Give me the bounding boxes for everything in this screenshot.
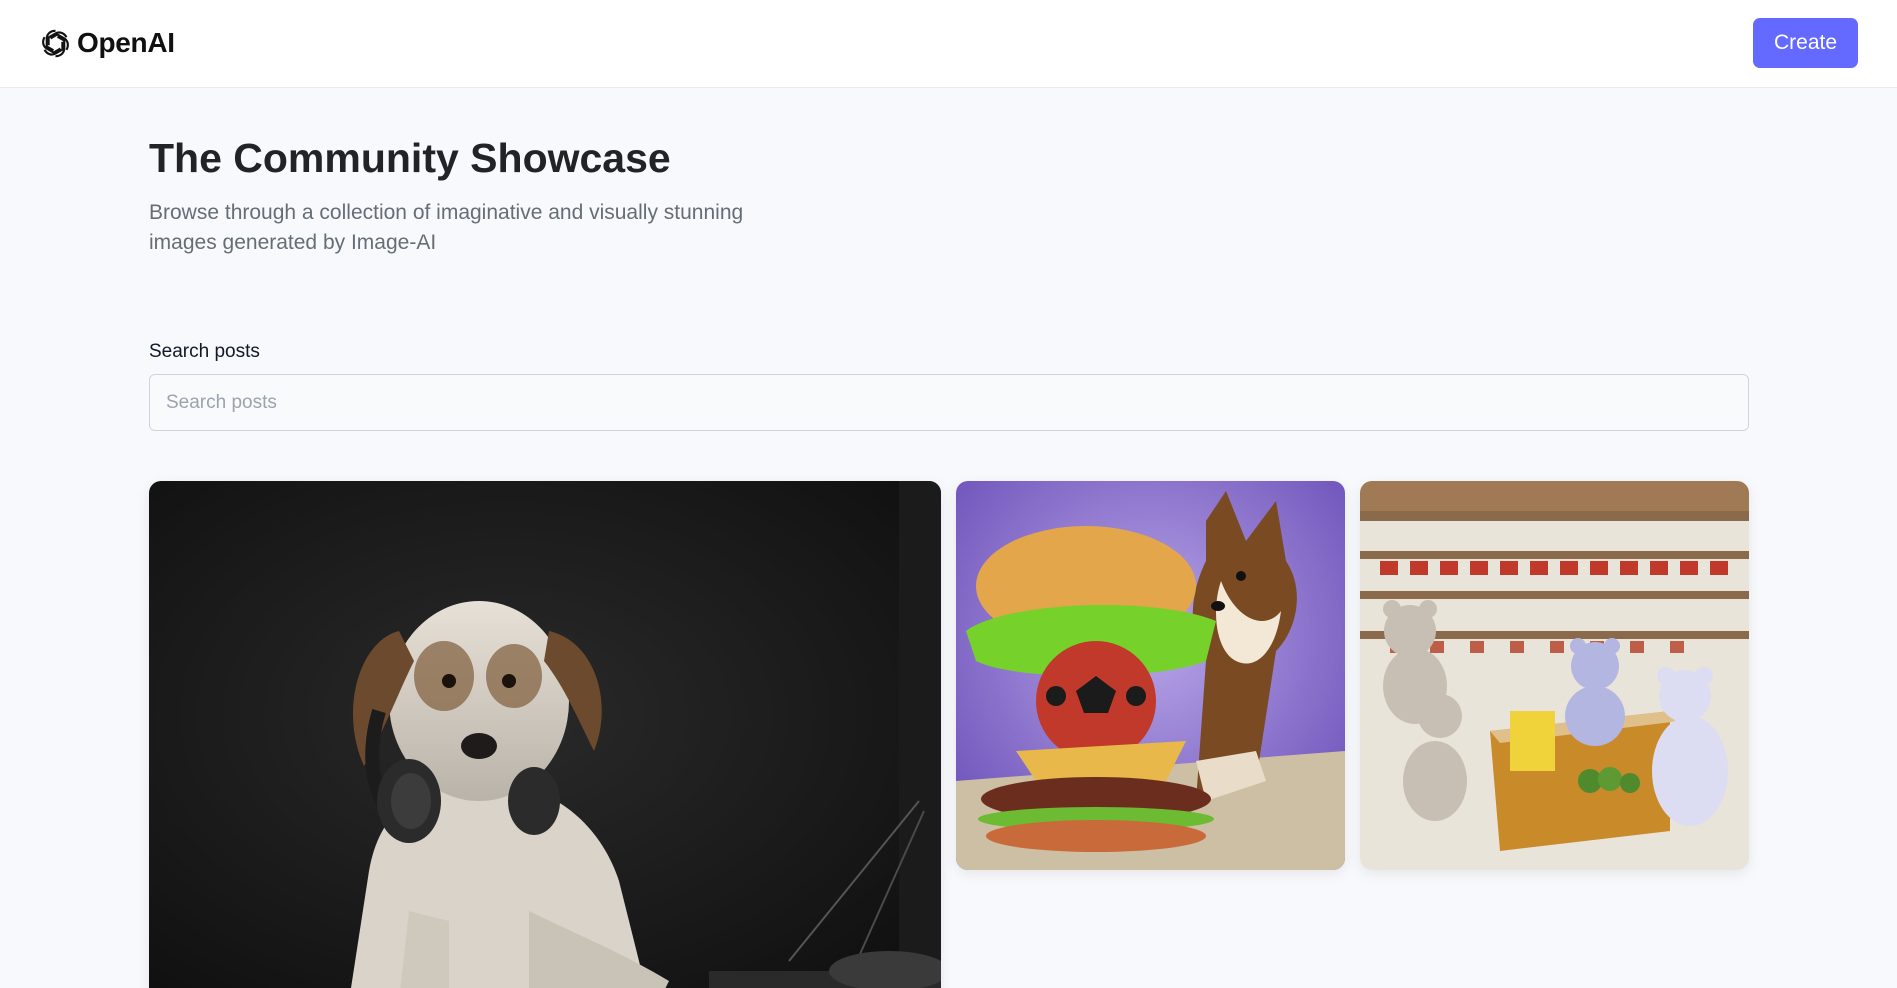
page: OpenAI Create The Community Showcase Bro… (0, 0, 1897, 988)
search-input[interactable] (149, 374, 1749, 431)
create-button[interactable]: Create (1753, 18, 1858, 68)
gallery-card[interactable] (1360, 481, 1749, 870)
shiba-inu-with-burger-image (956, 481, 1345, 870)
logo-link[interactable]: OpenAI (38, 25, 175, 61)
gallery-card[interactable] (149, 481, 941, 988)
logo-text: OpenAI (77, 27, 175, 58)
dog-with-headphones-image (149, 481, 941, 988)
page-title: The Community Showcase (149, 135, 671, 181)
openai-logo-icon (42, 29, 69, 57)
page-subtitle: Browse through a collection of imaginati… (149, 201, 744, 254)
bears-in-grocery-store-image (1360, 481, 1749, 870)
search-label: Search posts (149, 341, 260, 362)
top-header: OpenAI Create (0, 0, 1897, 88)
gallery-card[interactable] (956, 481, 1345, 870)
